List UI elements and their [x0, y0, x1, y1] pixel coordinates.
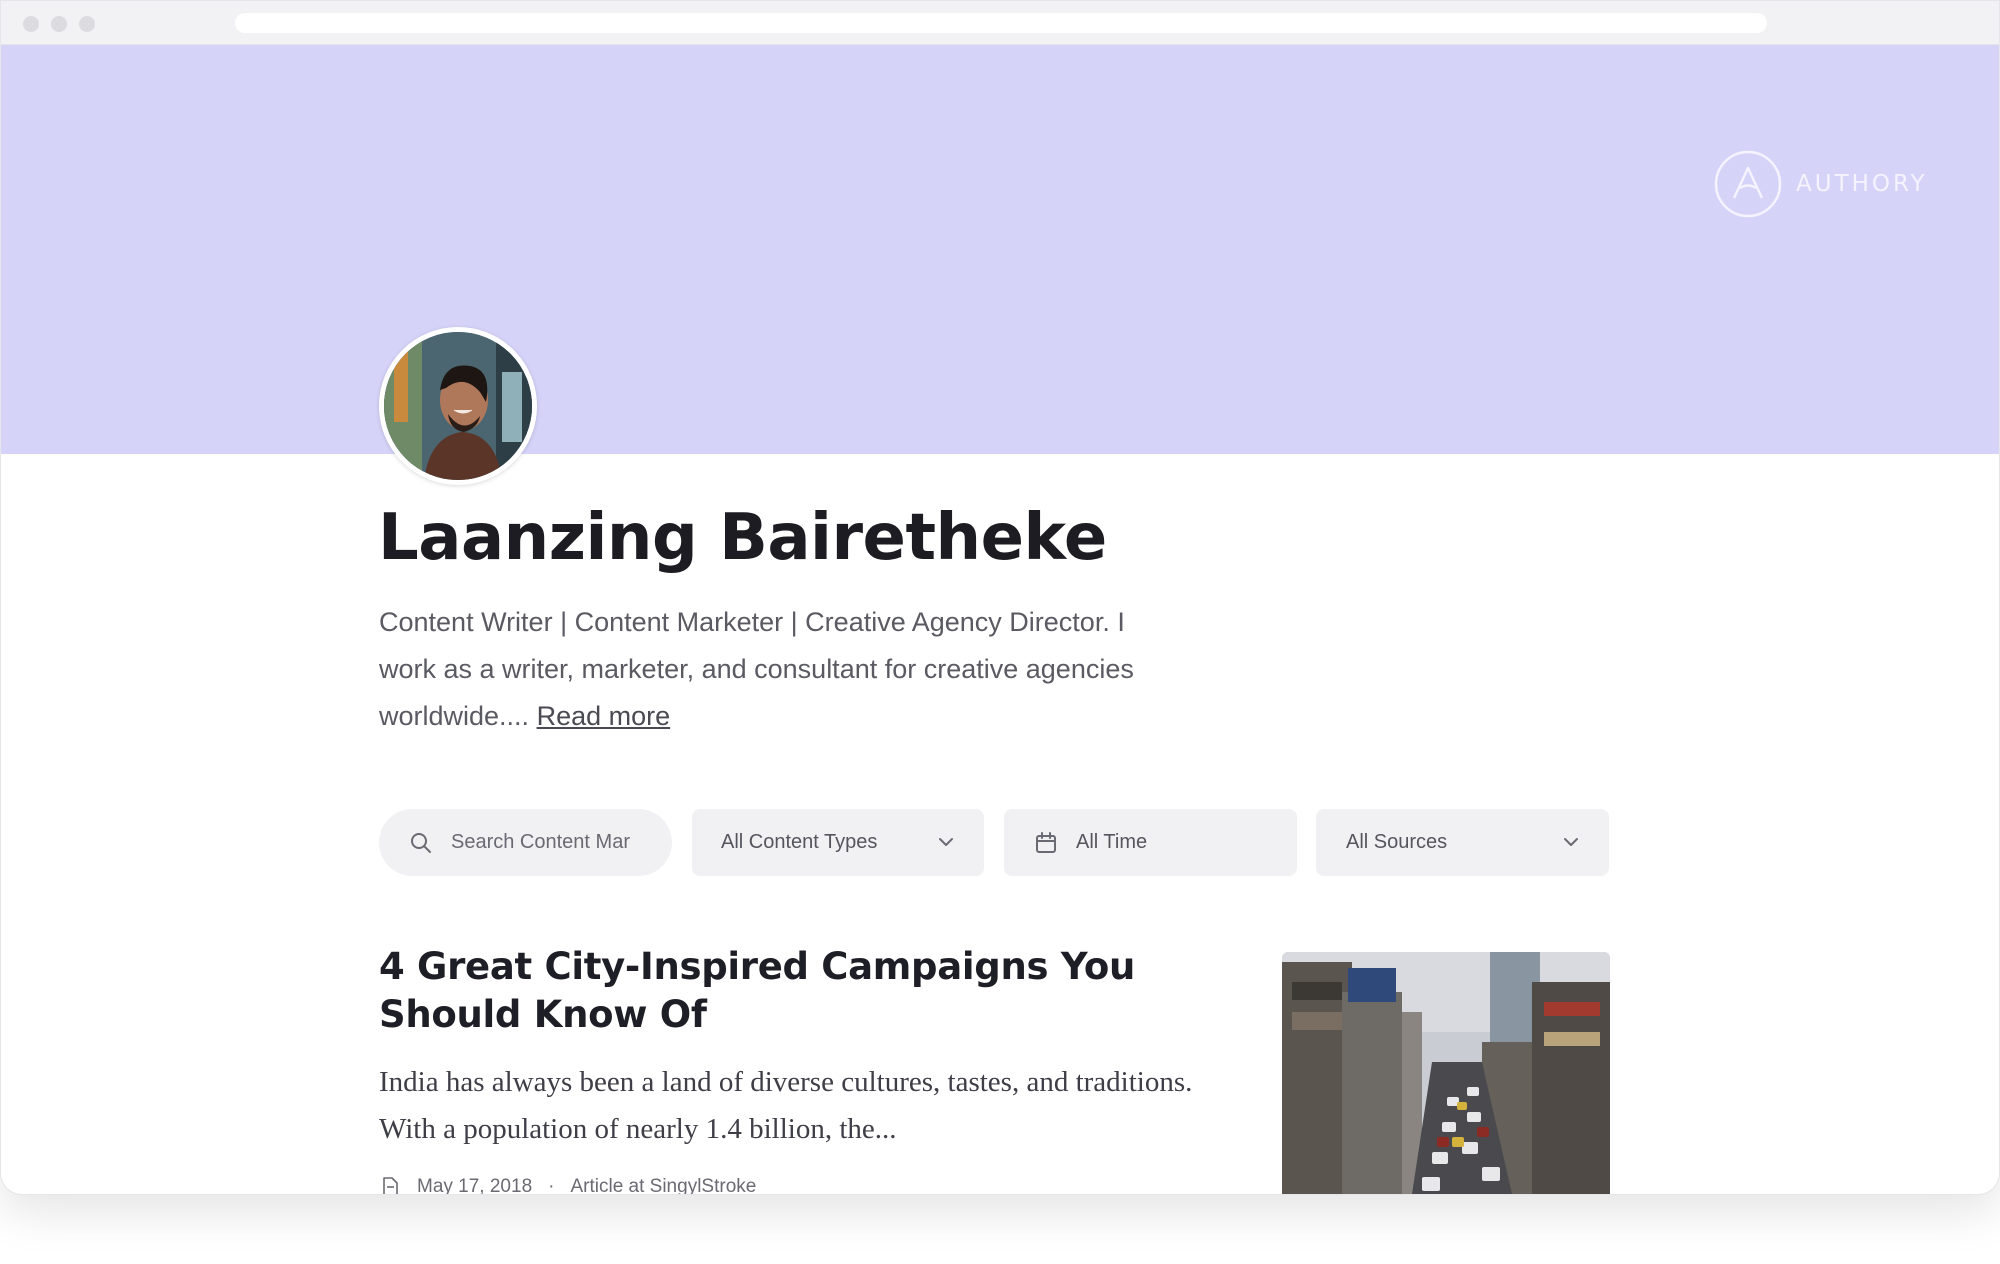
search-input[interactable]: [451, 831, 641, 854]
browser-chrome: [1, 1, 1999, 45]
profile-name: Laanzing Bairetheke: [378, 501, 1107, 575]
article-excerpt: India has always been a land of diverse …: [379, 1066, 1193, 1145]
article-meta: May 17, 2018 · Article at SingylStroke: [379, 1175, 756, 1195]
window-minimize-dot[interactable]: [51, 16, 67, 32]
content-types-dropdown[interactable]: All Content Types: [692, 809, 984, 876]
window-close-dot[interactable]: [23, 16, 39, 32]
search-icon: [411, 832, 431, 853]
content-types-label: All Content Types: [721, 831, 878, 853]
search-box[interactable]: [379, 809, 672, 876]
time-filter[interactable]: All Time: [1004, 809, 1297, 876]
article-source[interactable]: Article at SingylStroke: [570, 1176, 756, 1194]
sources-label: All Sources: [1346, 831, 1448, 853]
chevron-down-icon: [1564, 838, 1578, 846]
calendar-icon: [1036, 831, 1056, 853]
avatar: [379, 327, 537, 485]
article-date: May 17, 2018: [417, 1176, 533, 1195]
browser-window: AUTHORY Laanzing Bairetheke Content Writ…: [0, 0, 2000, 1195]
read-more-link[interactable]: Read more: [537, 701, 671, 731]
article-icon: [383, 1177, 398, 1194]
authory-wordmark: AUTHORY: [1796, 171, 1928, 197]
chevron-down-icon: [939, 838, 953, 846]
address-bar[interactable]: [235, 13, 1767, 33]
authory-logo-icon: [1714, 150, 1782, 218]
article-thumbnail[interactable]: [1282, 952, 1610, 1194]
profile-banner: AUTHORY: [1, 45, 1999, 454]
sources-dropdown[interactable]: All Sources: [1316, 809, 1609, 876]
meta-separator: ·: [548, 1176, 555, 1195]
profile-bio-text: Content Writer | Content Marketer | Crea…: [379, 607, 1134, 731]
time-filter-label: All Time: [1076, 831, 1148, 853]
authory-logo[interactable]: AUTHORY: [1714, 150, 1928, 218]
profile-bio: Content Writer | Content Marketer | Crea…: [379, 599, 1139, 740]
article-title[interactable]: 4 Great City-Inspired Campaigns You Shou…: [379, 943, 1239, 1039]
window-maximize-dot[interactable]: [79, 16, 95, 32]
